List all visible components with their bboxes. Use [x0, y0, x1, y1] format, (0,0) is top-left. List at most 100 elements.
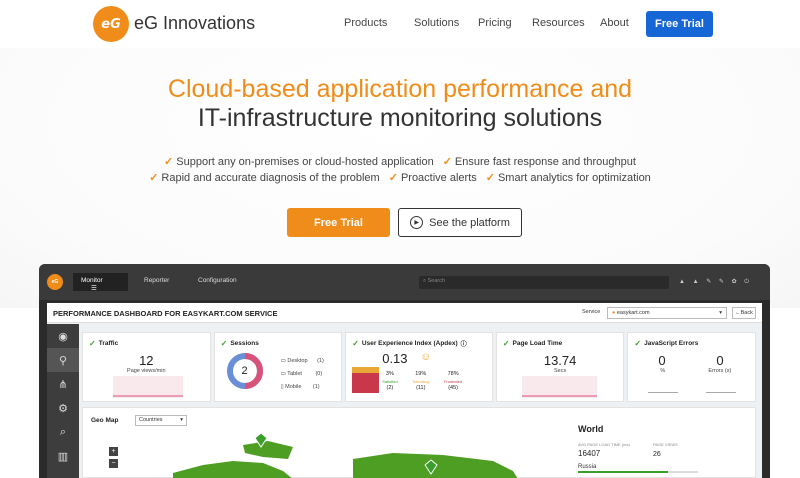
check-icon: ✓ [352, 339, 359, 348]
world-title: World [578, 424, 604, 434]
zoom-out-button[interactable]: − [109, 459, 118, 468]
play-icon: ▶ [410, 216, 424, 229]
check-icon: ✓ [442, 156, 452, 168]
tab-reporter[interactable]: Reporter [144, 277, 169, 284]
js-error-pct-unit: % [660, 368, 666, 374]
check-icon: ✓ [634, 339, 642, 348]
feature-item: ✓ Ensure fast response and throughput [442, 155, 636, 169]
nav-products[interactable]: Products [344, 17, 387, 29]
app-sidebar: ◉ ⚲ ⋔ ⚙ ⌕ ▥ [47, 324, 79, 478]
legend-desktop: ▭ Desktop (1) [280, 358, 324, 364]
settings-icon[interactable]: ⚙ [47, 396, 79, 420]
nav-resources[interactable]: Resources [532, 17, 585, 29]
feature-row-2: ✓ Rapid and accurate diagnosis of the pro… [0, 171, 800, 185]
dashboard-main: PERFORMANCE DASHBOARD FOR EASYKART.COM S… [47, 303, 762, 478]
app-search-input[interactable]: ⌕ Search [419, 276, 669, 289]
check-icon: ✓ [89, 339, 96, 348]
zoom-in-button[interactable]: + [109, 447, 118, 456]
check-icon: ✓ [485, 172, 495, 184]
kpi-page-load[interactable]: ✓ Page Load Time 13.74 Secs [495, 332, 625, 402]
legend-tablet: ▭ Tablet (0) [280, 371, 323, 377]
chevron-down-icon: ▾ [180, 417, 183, 423]
bucket-tolerating: 19% Tolerating (11) [412, 371, 430, 391]
divider [706, 392, 737, 393]
js-error-pct-value: 0 [658, 353, 666, 368]
legend-mobile: ▯ Mobile (1) [280, 384, 320, 390]
nav-solutions[interactable]: Solutions [414, 17, 459, 29]
page-load-value: 13.74 [543, 353, 577, 368]
nav-free-trial-button[interactable]: Free Trial [646, 11, 713, 37]
nav-about[interactable]: About [600, 17, 629, 29]
feature-item: ✓ Proactive alerts [388, 171, 477, 185]
eye-icon[interactable]: ◉ [47, 324, 79, 348]
country-bar [578, 471, 698, 473]
dashboard-preview: eG Monitor ☰ Reporter Configuration ⌕ Se… [39, 264, 770, 478]
top-nav: eG eG Innovations Products Solutions Pri… [0, 0, 800, 48]
check-icon: ✓ [388, 172, 398, 184]
search-zoom-icon[interactable]: ⌕ [47, 420, 79, 444]
service-select[interactable]: ● easykart.com ▾ [607, 307, 727, 319]
page-load-sparkline [521, 376, 597, 398]
dashboard-title: PERFORMANCE DASHBOARD FOR EASYKART.COM S… [53, 309, 278, 318]
js-error-count-unit: Errors (s) [708, 368, 732, 374]
feature-row-1: ✓ Support any on-premises or cloud-hosted… [0, 155, 800, 169]
page-views-label: PAGE VIEWS [653, 442, 678, 447]
hierarchy-icon[interactable]: ⋔ [47, 372, 79, 396]
info-icon: ⓘ [460, 342, 467, 348]
sessions-legend: ▭ Desktop (1) ▭ Tablet (0) ▯ Mobile (1) [281, 355, 324, 394]
avg-load-value: 16407 [578, 449, 601, 458]
bucket-satisfied: 3% Satisfied (2) [382, 371, 398, 391]
bucket-frustrated: 78% Frustrated (45) [443, 371, 463, 391]
kpi-row: ✓ Traffic 12 Page views/min ✓ Sessions 2 ▭… [82, 332, 757, 402]
check-icon: ✓ [502, 339, 510, 348]
avg-load-label: AVG PAGE LOAD TIME (ms) [578, 442, 630, 447]
hero-headline-secondary: IT-infrastructure monitoring solutions [197, 104, 603, 132]
kpi-js-errors[interactable]: ✓ JavaScript Errors 0 % 0 Errors (s) [627, 332, 757, 402]
kpi-apdex[interactable]: ✓ User Experience Index (Apdex) ⓘ 0.13 ☺ 3… [345, 332, 493, 402]
smiley-icon: ☺ [420, 351, 432, 363]
menu-icon: ☰ [91, 285, 97, 292]
divider [648, 392, 679, 393]
chevron-down-icon: ▾ [719, 310, 722, 316]
page-load-unit: Secs [554, 368, 567, 374]
app-logo: eG [47, 274, 63, 290]
brand-name[interactable]: eG Innovations [134, 13, 255, 34]
see-platform-button[interactable]: ▶ See the platform [398, 208, 522, 237]
app-toolbar: eG Monitor ☰ Reporter Configuration ⌕ Se… [39, 264, 770, 300]
toolbar-icons[interactable]: ▲ ▲ ✎ ✎ ✿ ⏻ [679, 278, 752, 286]
tab-monitor[interactable]: Monitor ☰ [73, 273, 128, 292]
service-label: Service [582, 309, 601, 315]
back-button[interactable]: ← Back [732, 307, 756, 319]
hero-headline-primary: Cloud-based application performance and [167, 75, 633, 103]
sessions-total: 2 [241, 365, 248, 377]
apdex-value: 0.13 [382, 351, 408, 366]
check-icon: ✓ [149, 172, 159, 184]
tab-configuration[interactable]: Configuration [198, 277, 237, 284]
dashboard-header: PERFORMANCE DASHBOARD FOR EASYKART.COM S… [47, 303, 762, 323]
feature-item: ✓ Support any on-premises or cloud-hosted… [164, 155, 434, 169]
brand-logo[interactable]: eG [93, 6, 129, 42]
hero-free-trial-button[interactable]: Free Trial [287, 208, 390, 237]
feature-item: ✓ Rapid and accurate diagnosis of the pro… [149, 171, 380, 185]
feature-item: ✓ Smart analytics for optimization [485, 171, 651, 185]
nav-pricing[interactable]: Pricing [478, 17, 512, 29]
globe-icon: ● [612, 310, 616, 316]
world-map[interactable] [173, 433, 533, 478]
js-error-count-value: 0 [716, 353, 724, 368]
country-name: Russia [578, 464, 597, 470]
bar-chart-icon[interactable]: ▥ [47, 444, 79, 468]
page-views-value: 26 [653, 451, 661, 458]
geo-map-panel: Geo Map Countries ▾ + − World AVG PAGE LO… [82, 407, 756, 478]
traffic-sparkline [113, 376, 183, 398]
geo-map-label: Geo Map [91, 417, 119, 424]
traffic-unit: Page views/min [127, 368, 166, 374]
check-icon: ✓ [220, 339, 228, 348]
apdex-heatmap [352, 367, 380, 393]
traffic-value: 12 [139, 353, 154, 368]
geo-country-select[interactable]: Countries ▾ [135, 415, 187, 426]
kpi-traffic[interactable]: ✓ Traffic 12 Page views/min [82, 332, 211, 402]
apdex-buckets: 3% Satisfied (2) 19% Tolerating (11) 78% Frus… [382, 371, 462, 392]
check-icon: ✓ [164, 156, 174, 168]
location-pin-icon[interactable]: ⚲ [47, 348, 79, 372]
kpi-sessions[interactable]: ✓ Sessions 2 ▭ Desktop (1) ▭ Tablet (0) ▯… [213, 332, 343, 402]
